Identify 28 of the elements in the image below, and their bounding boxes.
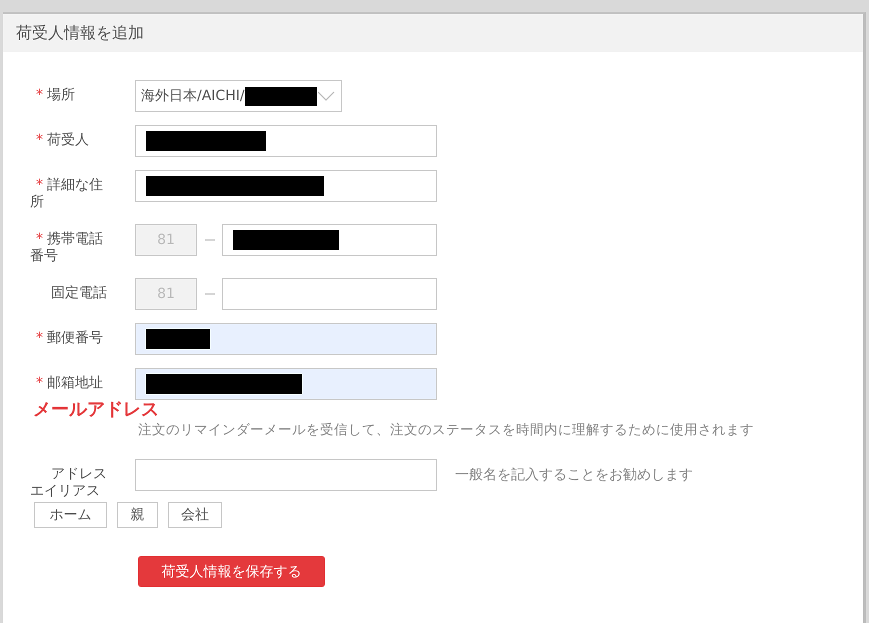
redaction-bar: [146, 329, 210, 349]
help-text: 注文のリマインダーメールを受信して、注文のステータスを時間内に理解するために使用されます: [138, 422, 754, 438]
input-field[interactable]: [135, 125, 437, 157]
alias-input[interactable]: [135, 459, 437, 491]
chevron-down-icon: [317, 91, 335, 101]
field-label: * 荷受人: [35, 131, 90, 149]
dash-separator: [204, 239, 214, 241]
alias-tag-button[interactable]: 親: [117, 502, 158, 528]
phone-input[interactable]: [222, 278, 437, 310]
alias-tag-button[interactable]: 会社: [168, 502, 222, 528]
field-label: * 邮箱地址: [35, 374, 104, 392]
phone-input[interactable]: [222, 224, 437, 256]
field-label: * 場所: [35, 86, 76, 104]
alias-tag-button[interactable]: ホーム: [34, 502, 107, 528]
annotation-text: メールアドレス: [32, 399, 160, 421]
input-field[interactable]: [135, 368, 437, 400]
save-button[interactable]: 荷受人情報を保存する: [138, 556, 325, 587]
dialog-title: 荷受人情報を追加: [16, 22, 144, 44]
input-field[interactable]: [135, 323, 437, 355]
hint-text: 一般名を記入することをお勧めします: [455, 466, 693, 484]
input-field[interactable]: [135, 170, 437, 202]
field-label: アドレスエイリアス: [30, 465, 108, 500]
field-label: * 郵便番号: [35, 329, 104, 347]
field-label: * 詳細な住所: [30, 176, 104, 211]
field-label: 固定電話: [50, 284, 108, 302]
dash-separator: [204, 293, 214, 295]
field-label: * 携帯電話番号: [30, 230, 104, 265]
location-select[interactable]: 海外日本/AICHI/: [135, 80, 342, 112]
